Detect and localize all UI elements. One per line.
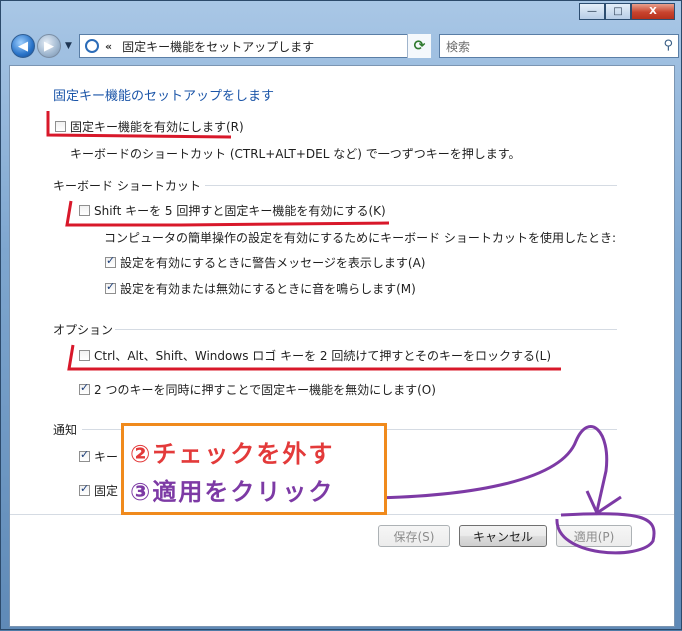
minimize-button[interactable]: — <box>579 3 605 20</box>
shortcut-description: コンピュータの簡単操作の設定を有効にするためにキーボード ショートカットを使用し… <box>104 231 616 245</box>
breadcrumb-overflow[interactable]: « <box>105 40 112 53</box>
two-keys-checkbox[interactable] <box>79 381 90 395</box>
warn-message-checkbox[interactable] <box>105 254 116 268</box>
shift5-label[interactable]: Shift キーを 5 回押すと固定キー機能を有効にする(K) <box>94 202 386 219</box>
sound-checkbox[interactable] <box>105 280 116 294</box>
options-group-title: オプション <box>53 323 114 337</box>
step2-instruction: ②チェックを外す <box>130 440 335 468</box>
notify2-checkbox[interactable] <box>79 482 90 496</box>
page-title: 固定キー機能のセットアップをします <box>53 89 275 104</box>
instruction-callout: ②チェックを外す ③適用をクリック <box>121 423 387 515</box>
lock-keys-label[interactable]: Ctrl、Alt、Shift、Windows ロゴ キーを 2 回続けて押すとそ… <box>94 347 551 364</box>
shortcut-group-title: キーボード ショートカット <box>53 179 201 193</box>
window-frame: — □ X ◀ ▶ ▼ « 固定キー機能をセットアップします ▼ ⟳ 検索 ⚲ … <box>0 0 682 630</box>
enable-sticky-checkbox[interactable] <box>55 121 66 132</box>
navigation-bar: ◀ ▶ ▼ « 固定キー機能をセットアップします ▼ ⟳ 検索 ⚲ <box>9 31 679 61</box>
cancel-button[interactable]: キャンセル <box>459 525 547 547</box>
lock-keys-checkbox[interactable] <box>79 350 90 361</box>
back-button[interactable]: ◀ <box>11 34 35 58</box>
close-button[interactable]: X <box>631 3 675 20</box>
warn-message-label[interactable]: 設定を有効にするときに警告メッセージを表示します(A) <box>120 254 425 271</box>
apply-button[interactable]: 適用(P) <box>556 525 632 547</box>
search-input[interactable]: 検索 <box>446 38 470 55</box>
save-button[interactable]: 保存(S) <box>378 525 450 547</box>
maximize-button[interactable]: □ <box>605 3 631 20</box>
options-divider <box>115 329 617 330</box>
shift5-checkbox[interactable] <box>79 205 90 216</box>
search-box[interactable]: 検索 ⚲ <box>439 34 679 58</box>
notify1-checkbox[interactable] <box>79 448 90 462</box>
breadcrumb-current[interactable]: 固定キー機能をセットアップします <box>122 38 314 55</box>
caption-buttons: — □ X <box>579 3 675 20</box>
enable-sticky-description: キーボードのショートカット (CTRL+ALT+DEL など) で一つずつキーを… <box>70 147 521 161</box>
notify2-label[interactable]: 固定 <box>94 482 118 499</box>
content-pane: 固定キー機能のセットアップをします 固定キー機能を有効にします(R) キーボード… <box>9 65 675 627</box>
forward-button[interactable]: ▶ <box>37 34 61 58</box>
two-keys-label[interactable]: 2 つのキーを同時に押すことで固定キー機能を無効にします(O) <box>94 381 436 398</box>
shortcut-divider <box>205 185 617 186</box>
address-bar[interactable]: « 固定キー機能をセットアップします ▼ <box>79 34 431 58</box>
control-panel-icon <box>85 39 99 53</box>
notify1-label[interactable]: キー <box>94 448 118 465</box>
refresh-button[interactable]: ⟳ <box>407 34 431 58</box>
recent-pages-dropdown[interactable]: ▼ <box>65 41 72 51</box>
enable-sticky-label[interactable]: 固定キー機能を有効にします(R) <box>70 118 244 135</box>
sound-label[interactable]: 設定を有効または無効にするときに音を鳴らします(M) <box>120 280 416 297</box>
search-icon[interactable]: ⚲ <box>663 38 673 53</box>
step3-instruction: ③適用をクリック <box>130 478 335 506</box>
notify-group-title: 通知 <box>53 423 78 437</box>
